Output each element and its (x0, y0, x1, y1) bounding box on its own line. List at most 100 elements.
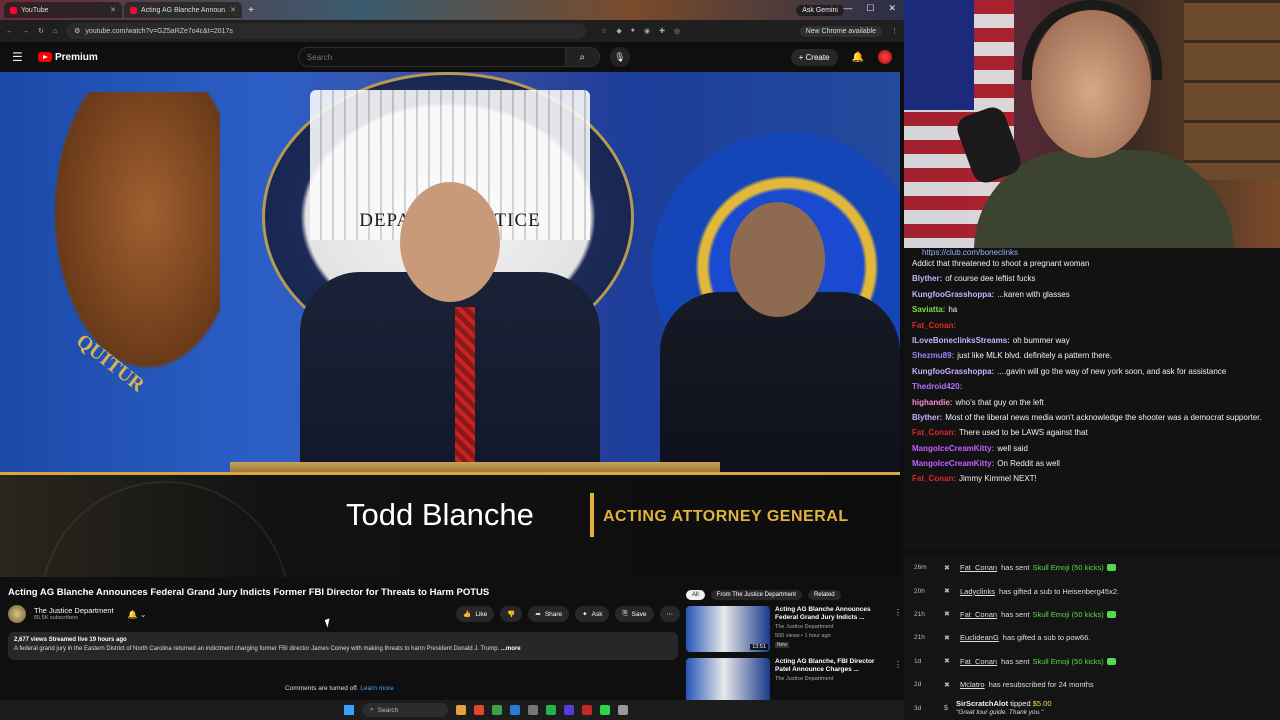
chat-username[interactable]: ILoveBoneclinksStreams: (912, 336, 1010, 345)
event-user[interactable]: Fat_Conan (960, 657, 997, 666)
back-icon[interactable]: ← (6, 28, 13, 35)
event-user[interactable]: Ladyclinks (960, 587, 995, 596)
profile-icon[interactable]: ◎ (674, 27, 680, 35)
chat-username[interactable]: MangoIceCreamKitty: (912, 444, 994, 453)
forward-icon[interactable]: → (22, 28, 29, 35)
channel-name[interactable]: The Justice Department (34, 606, 114, 615)
tab-youtube[interactable]: YouTube ✕ (4, 2, 122, 18)
ask-gemini-button[interactable]: Ask Gemini (796, 4, 844, 16)
dislike-button[interactable]: 👎 (500, 606, 523, 622)
close-tab-icon[interactable]: ✕ (110, 6, 116, 14)
learn-more-link[interactable]: Learn more (360, 685, 393, 692)
stream-events: 26m ✖ Fat_Conan has sent Skull Emoji (50 kic… (904, 556, 1280, 720)
reload-icon[interactable]: ↻ (38, 27, 44, 35)
channel-info: The Justice Department 65.5K subscribers (34, 606, 114, 622)
search-icon[interactable]: ⌕ (565, 47, 600, 67)
chip-channel[interactable]: From The Justice Department (710, 590, 802, 600)
chat-username[interactable]: highandie: (912, 398, 952, 407)
hamburger-menu-icon[interactable]: ☰ (12, 50, 32, 64)
microphone-icon[interactable]: 🎙 (609, 47, 630, 67)
like-button[interactable]: 👍 Like (456, 606, 495, 622)
spotify-icon[interactable] (546, 705, 556, 715)
channel-avatar[interactable] (8, 605, 26, 623)
event-user[interactable]: Mclatro (960, 680, 985, 689)
taskbar-search[interactable]: ⌕ Search (362, 703, 448, 717)
app-icon[interactable] (600, 705, 610, 715)
event-row: 21h ✖ EuclideanG has gifted a sub to pow66. (914, 626, 1280, 649)
extension-icon[interactable]: ◆ (616, 27, 621, 35)
close-window-icon[interactable]: ✕ (888, 3, 896, 14)
speaker-tie (455, 307, 475, 467)
ask-button[interactable]: ✦ Ask (575, 606, 610, 622)
related-item[interactable]: 13:51 Acting AG Blanche Announces Federa… (686, 606, 902, 652)
search-input[interactable] (297, 47, 566, 67)
chat-username[interactable]: KungfooGrasshoppa: (912, 290, 994, 299)
tab-video[interactable]: Acting AG Blanche Announ ✕ (124, 2, 242, 18)
site-info-icon[interactable]: ⚙ (74, 27, 80, 35)
menu-kebab-icon[interactable]: ⋮ (891, 27, 898, 35)
close-tab-icon[interactable]: ✕ (230, 6, 236, 14)
app-icon[interactable] (618, 705, 628, 715)
related-item[interactable]: Acting AG Blanche, FBI Director Patel An… (686, 658, 902, 704)
file-explorer-icon[interactable] (456, 705, 466, 715)
chat-message: Blyther: of course dee leftist fucks (912, 274, 1272, 284)
chat-username[interactable]: Fat_Conan: (912, 474, 956, 483)
star-icon[interactable]: ☆ (601, 27, 607, 35)
description-box[interactable]: 2,677 views Streamed live 19 hours ago A… (8, 632, 678, 660)
chip-all[interactable]: All (686, 590, 705, 600)
new-tab-icon[interactable]: + (244, 5, 258, 16)
youtube-logo[interactable]: Premium (38, 52, 98, 63)
event-user[interactable]: Fat_Conan (960, 610, 997, 619)
more-vert-icon[interactable]: ⋮ (894, 608, 902, 617)
event-time: 2d (914, 681, 922, 689)
chat-text: who's that guy on the left (955, 397, 1044, 407)
subscription-bell-icon[interactable]: 🔔 ⌄ (128, 610, 147, 619)
extension-icon[interactable]: ● (631, 27, 635, 35)
minimize-icon[interactable]: — (843, 3, 852, 14)
video-player[interactable]: QUITUR DEPARTM JUSTICE Todd Blanche ACTI… (0, 72, 900, 577)
maximize-icon[interactable]: ☐ (866, 3, 874, 14)
lower-third-divider (590, 493, 594, 537)
chat-username[interactable]: Shezmu89: (912, 351, 954, 360)
notifications-bell-icon[interactable]: 🔔 (852, 52, 864, 63)
more-link[interactable]: ...more (501, 646, 521, 652)
chat-username[interactable]: Fat_Conan: (912, 428, 956, 437)
chat-username[interactable]: KungfooGrasshoppa: (912, 367, 994, 376)
chat-message: KungfooGrasshoppa: ...karen with glasses (912, 290, 1272, 300)
chat-username[interactable]: Fat_Conan: (912, 321, 956, 330)
tab-title: Acting AG Blanche Announ (141, 6, 226, 14)
chat-username[interactable]: Blyther: (912, 274, 942, 283)
url-field[interactable]: ⚙ youtube.com/watch?v=GZ5aRZe7o4c&t=2017… (66, 23, 587, 39)
chat-username[interactable]: Saviatta: (912, 305, 945, 314)
save-button[interactable]: ⎘ Save (615, 606, 654, 622)
chat-text: just like MLK blvd. definitely a pattern… (957, 351, 1112, 361)
home-icon[interactable]: ⌂ (53, 28, 57, 35)
event-user[interactable]: EuclideanG (960, 633, 999, 642)
user-avatar[interactable] (878, 50, 892, 64)
event-user[interactable]: Fat_Conan (960, 563, 997, 572)
windows-start-icon[interactable] (344, 705, 354, 715)
thumbs-down-icon: 👎 (507, 611, 516, 618)
chat-username[interactable]: Thedroid420: (912, 382, 962, 391)
chrome-icon[interactable] (492, 705, 502, 715)
share-button[interactable]: ➦ Share (528, 606, 570, 622)
app-icon[interactable] (582, 705, 592, 715)
chat-username[interactable]: Blyther: (912, 413, 942, 422)
chat-username[interactable]: MangoIceCreamKitty: (912, 459, 994, 468)
app-icon[interactable] (564, 705, 574, 715)
flag-canton (904, 0, 974, 110)
kick-icon: ✖ (944, 634, 950, 642)
tip-quote: "Great tour guide. Thank you." (956, 709, 1044, 717)
app-icon[interactable] (510, 705, 520, 715)
create-button[interactable]: + Create (790, 48, 838, 66)
more-vert-icon[interactable]: ⋮ (894, 660, 902, 669)
app-icon[interactable] (474, 705, 484, 715)
chip-related[interactable]: Related (807, 590, 841, 600)
update-chrome-button[interactable]: New Chrome available (799, 25, 882, 37)
extension-icon[interactable]: ◉ (644, 27, 650, 35)
app-icon[interactable] (528, 705, 538, 715)
webcam-overlay (904, 0, 1280, 248)
chat-link[interactable]: https://club.com/boneclinks (922, 248, 1272, 256)
more-actions-button[interactable]: ⋯ (659, 606, 680, 622)
puzzle-icon[interactable]: ✚ (659, 27, 665, 35)
